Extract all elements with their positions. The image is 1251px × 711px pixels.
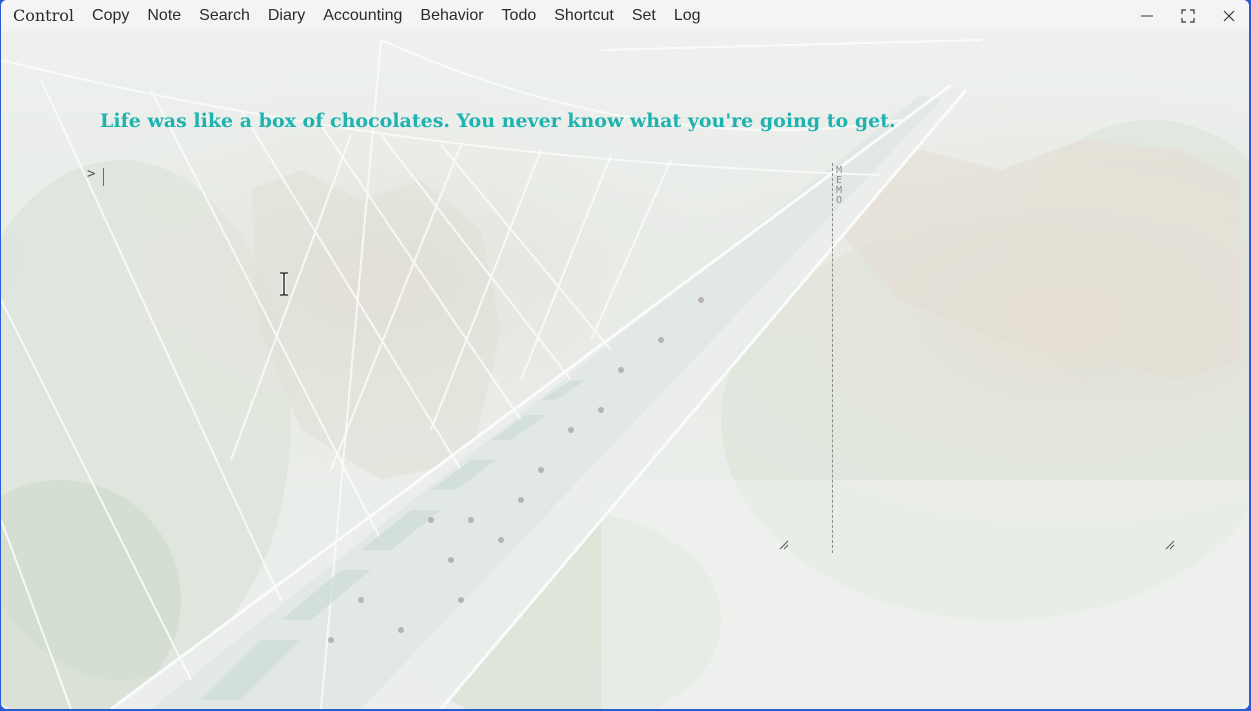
memo-resize-grip-icon[interactable] — [1165, 540, 1175, 550]
memo-label: M E M O — [834, 166, 844, 206]
quote-text: Life was like a box of chocolates. You n… — [100, 110, 896, 132]
memo-divider — [832, 163, 833, 553]
menu-bar: Control Copy Note Search Diary Accountin… — [4, 0, 710, 31]
maximize-button[interactable] — [1167, 0, 1208, 31]
menu-item-shortcut[interactable]: Shortcut — [545, 0, 623, 31]
command-input[interactable] — [102, 165, 782, 187]
app-window: Control Copy Note Search Diary Accountin… — [1, 0, 1249, 709]
maximize-icon — [1180, 8, 1195, 23]
text-cursor-icon — [280, 272, 288, 296]
menu-item-search[interactable]: Search — [190, 0, 259, 31]
close-icon — [1223, 10, 1234, 21]
prompt-symbol: > — [87, 166, 96, 182]
menu-item-control[interactable]: Control — [4, 0, 83, 31]
minimize-button[interactable] — [1126, 0, 1167, 31]
minimize-icon — [1140, 15, 1153, 16]
menu-item-copy[interactable]: Copy — [83, 0, 138, 31]
memo-textarea[interactable] — [846, 163, 1180, 557]
window-controls — [1126, 0, 1249, 31]
menu-item-set[interactable]: Set — [623, 0, 665, 31]
close-button[interactable] — [1208, 0, 1249, 31]
input-resize-grip-icon[interactable] — [779, 540, 789, 550]
menu-item-diary[interactable]: Diary — [259, 0, 314, 31]
menu-item-behavior[interactable]: Behavior — [411, 0, 492, 31]
menu-item-todo[interactable]: Todo — [493, 0, 546, 31]
menu-item-log[interactable]: Log — [665, 0, 710, 31]
title-bar: Control Copy Note Search Diary Accountin… — [1, 0, 1249, 31]
text-caret — [103, 168, 104, 186]
menu-item-note[interactable]: Note — [138, 0, 190, 31]
menu-item-accounting[interactable]: Accounting — [314, 0, 411, 31]
memo-label-letter: O — [835, 195, 843, 206]
